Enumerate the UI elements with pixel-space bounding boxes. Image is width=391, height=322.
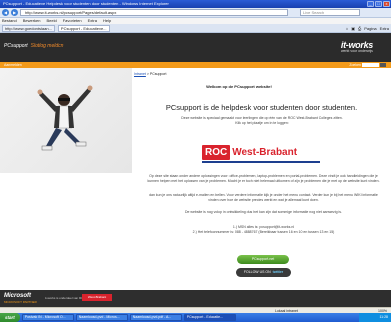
logo-tagline: werkt voor onderwijs	[340, 49, 373, 53]
hero-image	[0, 68, 132, 173]
footer-text: it-works is onderdeel van ROC	[45, 296, 86, 300]
roc-footer-logo[interactable]: West-Brabant	[82, 294, 112, 301]
intro-text: Deze website is speciaal gemaakt voor le…	[162, 116, 362, 125]
breadcrumb: Intranet > PCsupport	[134, 72, 166, 76]
pcsupport-net-button[interactable]: PCsupport.net	[237, 255, 289, 264]
window-title: PCsupport - Educatieve Helpdesk voor stu…	[3, 1, 169, 6]
system-tray: 11:28	[359, 313, 391, 322]
taskbar-item-word[interactable]: Naamloosd-pvd - Micros...	[75, 314, 128, 321]
microsoft-partner-label: MICROSOFT PARTNER	[4, 300, 37, 304]
address-bar: ◀ ▶ http://www.it-works.nl/pcsupport/Pag…	[0, 8, 391, 18]
brand-subtitle: Slotlog meldcn	[30, 43, 64, 49]
info-paragraph-3: De website is nog volop in ontwikkeling …	[184, 210, 342, 214]
roc-name: West-Brabant	[232, 147, 298, 158]
itworks-logo[interactable]: it-works werkt voor onderwijs	[341, 40, 373, 53]
info-paragraph-1: Op deze site staan onder andere oplossin…	[147, 174, 380, 183]
page-menu[interactable]: Pagina	[364, 26, 376, 31]
taskbar-item-pdf[interactable]: Naamloosd-pvd.pdf - A...	[129, 314, 182, 321]
print-icon[interactable]: ⎙	[358, 26, 361, 31]
forward-button[interactable]: ▶	[11, 9, 18, 16]
main-content: Intranet > PCsupport Welkom op de PCsupp…	[132, 68, 391, 300]
intro-line-1: Deze website is speciaal gemaakt voor le…	[181, 116, 343, 120]
breadcrumb-intranet[interactable]: Intranet	[134, 72, 146, 76]
start-button[interactable]: start	[0, 313, 20, 322]
twitter-prefix: FOLLOW US ON	[243, 270, 271, 274]
taskbar-item-outlook[interactable]: Postvak IN - Microsoft O...	[21, 314, 74, 321]
back-button[interactable]: ◀	[2, 9, 9, 16]
tab-pcsupport[interactable]: PCsupport - Educatieve...	[57, 24, 110, 32]
site-header: PCsupport Slotlog meldcn it-works werkt v…	[0, 33, 391, 62]
site-footer: Microsoft MICROSOFT PARTNER it-works is …	[0, 290, 391, 307]
contact-phone: 2.) Het telefoonnummer is: 088 - 4888767…	[192, 229, 335, 234]
maximize-button[interactable]: □	[375, 1, 382, 7]
welcome-text: Welkom op de PCsupport website!	[206, 84, 272, 89]
left-column-blank	[0, 173, 132, 300]
brand-name: PCsupport	[4, 43, 28, 49]
url-input[interactable]: http://www.it-works.nl/pcsupport/Pages/d…	[20, 9, 288, 16]
twitter-icon: twitter	[272, 270, 284, 274]
search-input[interactable]: Live Search	[300, 9, 360, 16]
intro-line-2: Klik op het plaatje om in te loggen:	[235, 120, 289, 125]
breadcrumb-current: PCsupport	[149, 72, 167, 76]
minimize-button[interactable]: _	[367, 1, 374, 7]
feeds-icon[interactable]: ▣	[351, 26, 355, 31]
roc-prefix: ROC	[202, 145, 231, 160]
roc-logo-box: ROC West-Brabant	[202, 145, 320, 160]
site-search-button[interactable]	[380, 63, 386, 67]
site-search-input[interactable]	[362, 63, 379, 67]
taskbar-item-ie[interactable]: PCsupport - Educatie...	[183, 314, 236, 321]
tab-goedontslaan[interactable]: http://www.goedontslaan...	[2, 24, 55, 32]
page-headline: PCsupport is de helpdesk voor studenten …	[165, 103, 358, 112]
site-brand: PCsupport Slotlog meldcn	[4, 43, 63, 49]
close-button[interactable]: x	[383, 1, 390, 7]
windows-taskbar: start Postvak IN - Microsoft O... Naamlo…	[0, 313, 391, 322]
jumping-person-image	[37, 85, 93, 151]
browser-toolbar: ⌂ ▣ ⎙ Pagina Extra	[346, 26, 391, 31]
home-icon[interactable]: ⌂	[346, 26, 348, 31]
info-paragraph-2: dan kun je ons natuurlijk altijd e-maile…	[149, 193, 378, 202]
microsoft-logo[interactable]: Microsoft	[4, 293, 31, 299]
roc-underline	[202, 161, 320, 163]
tab-bar: http://www.goedontslaan... PCsupport - E…	[0, 24, 391, 33]
roc-login-logo[interactable]: ROC West-Brabant	[202, 145, 322, 165]
twitter-follow-button[interactable]: FOLLOW US ON twitter	[236, 268, 291, 277]
clock[interactable]: 11:28	[380, 315, 389, 319]
contact-info: 1.) MSN alles is: pcsupport@it-works.nl …	[146, 225, 381, 234]
window-title-bar: PCsupport - Educatieve Helpdesk voor stu…	[0, 0, 391, 8]
window-controls: _ □ x	[367, 1, 390, 7]
extra-menu[interactable]: Extra	[380, 26, 389, 31]
